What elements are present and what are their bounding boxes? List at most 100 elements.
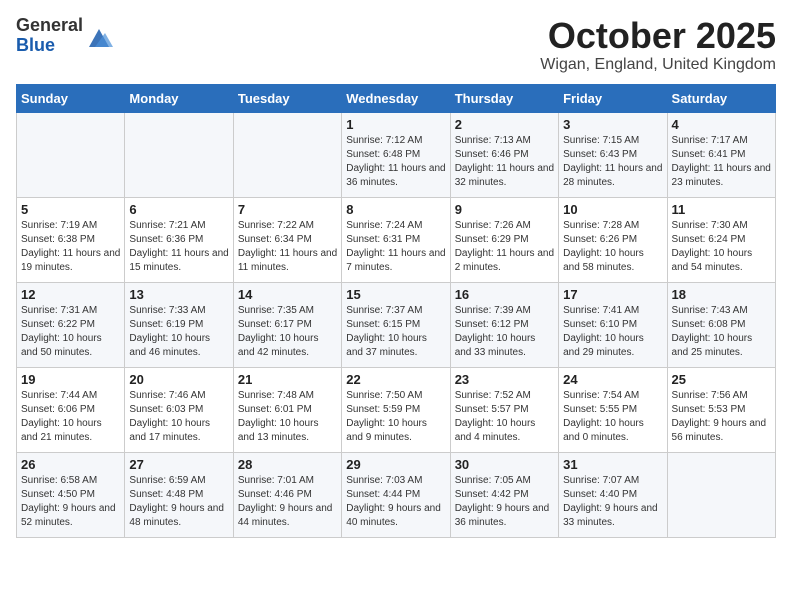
calendar-cell bbox=[125, 112, 233, 197]
calendar-cell bbox=[17, 112, 125, 197]
day-info: Sunrise: 7:56 AM Sunset: 5:53 PM Dayligh… bbox=[672, 389, 771, 445]
day-number: 13 bbox=[129, 287, 228, 302]
week-row: 5Sunrise: 7:19 AM Sunset: 6:38 PM Daylig… bbox=[17, 197, 776, 282]
day-number: 8 bbox=[346, 202, 445, 217]
calendar-cell: 16Sunrise: 7:39 AM Sunset: 6:12 PM Dayli… bbox=[450, 282, 558, 367]
day-info: Sunrise: 7:48 AM Sunset: 6:01 PM Dayligh… bbox=[238, 389, 337, 445]
day-info: Sunrise: 7:30 AM Sunset: 6:24 PM Dayligh… bbox=[672, 219, 771, 275]
day-number: 14 bbox=[238, 287, 337, 302]
day-number: 4 bbox=[672, 117, 771, 132]
day-number: 30 bbox=[455, 457, 554, 472]
calendar-cell: 30 Sunrise: 7:05 AM Sunset: 4:42 PM Dayli… bbox=[450, 452, 558, 537]
calendar-cell: 8 Sunrise: 7:24 AM Sunset: 6:31 PM Daylig… bbox=[342, 197, 450, 282]
calendar-header: SundayMondayTuesdayWednesdayThursdayFrid… bbox=[17, 84, 776, 112]
logo-icon bbox=[85, 23, 113, 51]
day-number: 31 bbox=[563, 457, 662, 472]
logo-text: General Blue bbox=[16, 16, 83, 56]
header-day-sunday: Sunday bbox=[17, 84, 125, 112]
page-header: General Blue October 2025 Wigan, England… bbox=[16, 16, 776, 74]
day-info: Sunrise: 7:03 AM Sunset: 4:44 PM Dayligh… bbox=[346, 474, 445, 530]
day-info: Sunrise: 6:59 AM Sunset: 4:48 PM Dayligh… bbox=[129, 474, 228, 530]
header-day-wednesday: Wednesday bbox=[342, 84, 450, 112]
calendar-cell: 22 Sunrise: 7:50 AM Sunset: 5:59 PM Dayli… bbox=[342, 367, 450, 452]
day-number: 9 bbox=[455, 202, 554, 217]
week-row: 26 Sunrise: 6:58 AM Sunset: 4:50 PM Dayli… bbox=[17, 452, 776, 537]
location: Wigan, England, United Kingdom bbox=[540, 56, 776, 74]
calendar-cell: 31Sunrise: 7:07 AM Sunset: 4:40 PM Dayli… bbox=[559, 452, 667, 537]
calendar-cell bbox=[233, 112, 341, 197]
calendar-cell: 21Sunrise: 7:48 AM Sunset: 6:01 PM Dayli… bbox=[233, 367, 341, 452]
calendar-table: SundayMondayTuesdayWednesdayThursdayFrid… bbox=[16, 84, 776, 538]
day-info: Sunrise: 6:58 AM Sunset: 4:50 PM Dayligh… bbox=[21, 474, 120, 530]
calendar-cell: 6 Sunrise: 7:21 AM Sunset: 6:36 PM Daylig… bbox=[125, 197, 233, 282]
calendar-cell: 23Sunrise: 7:52 AM Sunset: 5:57 PM Dayli… bbox=[450, 367, 558, 452]
header-row: SundayMondayTuesdayWednesdayThursdayFrid… bbox=[17, 84, 776, 112]
week-row: 1Sunrise: 7:12 AM Sunset: 6:48 PM Daylig… bbox=[17, 112, 776, 197]
day-number: 24 bbox=[563, 372, 662, 387]
day-info: Sunrise: 7:39 AM Sunset: 6:12 PM Dayligh… bbox=[455, 304, 554, 360]
week-row: 19 Sunrise: 7:44 AM Sunset: 6:06 PM Dayli… bbox=[17, 367, 776, 452]
day-number: 5 bbox=[21, 202, 120, 217]
header-day-monday: Monday bbox=[125, 84, 233, 112]
calendar-cell: 7Sunrise: 7:22 AM Sunset: 6:34 PM Daylig… bbox=[233, 197, 341, 282]
calendar-cell: 27 Sunrise: 6:59 AM Sunset: 4:48 PM Dayli… bbox=[125, 452, 233, 537]
day-number: 29 bbox=[346, 457, 445, 472]
calendar-cell: 1Sunrise: 7:12 AM Sunset: 6:48 PM Daylig… bbox=[342, 112, 450, 197]
day-info: Sunrise: 7:41 AM Sunset: 6:10 PM Dayligh… bbox=[563, 304, 662, 360]
day-number: 25 bbox=[672, 372, 771, 387]
calendar-cell: 3 Sunrise: 7:15 AM Sunset: 6:43 PM Daylig… bbox=[559, 112, 667, 197]
day-number: 28 bbox=[238, 457, 337, 472]
day-number: 17 bbox=[563, 287, 662, 302]
calendar-body: 1Sunrise: 7:12 AM Sunset: 6:48 PM Daylig… bbox=[17, 112, 776, 537]
day-number: 7 bbox=[238, 202, 337, 217]
day-info: Sunrise: 7:21 AM Sunset: 6:36 PM Dayligh… bbox=[129, 219, 228, 275]
title-section: October 2025 Wigan, England, United King… bbox=[540, 16, 776, 74]
day-info: Sunrise: 7:12 AM Sunset: 6:48 PM Dayligh… bbox=[346, 134, 445, 190]
day-info: Sunrise: 7:17 AM Sunset: 6:41 PM Dayligh… bbox=[672, 134, 771, 190]
day-info: Sunrise: 7:24 AM Sunset: 6:31 PM Dayligh… bbox=[346, 219, 445, 275]
day-info: Sunrise: 7:28 AM Sunset: 6:26 PM Dayligh… bbox=[563, 219, 662, 275]
day-info: Sunrise: 7:52 AM Sunset: 5:57 PM Dayligh… bbox=[455, 389, 554, 445]
day-number: 10 bbox=[563, 202, 662, 217]
day-number: 11 bbox=[672, 202, 771, 217]
day-info: Sunrise: 7:37 AM Sunset: 6:15 PM Dayligh… bbox=[346, 304, 445, 360]
day-number: 27 bbox=[129, 457, 228, 472]
calendar-cell: 4 Sunrise: 7:17 AM Sunset: 6:41 PM Daylig… bbox=[667, 112, 775, 197]
day-number: 18 bbox=[672, 287, 771, 302]
day-number: 2 bbox=[455, 117, 554, 132]
calendar-cell: 10 Sunrise: 7:28 AM Sunset: 6:26 PM Dayli… bbox=[559, 197, 667, 282]
calendar-cell: 13Sunrise: 7:33 AM Sunset: 6:19 PM Dayli… bbox=[125, 282, 233, 367]
calendar-cell: 11 Sunrise: 7:30 AM Sunset: 6:24 PM Dayli… bbox=[667, 197, 775, 282]
calendar-cell: 17 Sunrise: 7:41 AM Sunset: 6:10 PM Dayli… bbox=[559, 282, 667, 367]
calendar-cell: 20 Sunrise: 7:46 AM Sunset: 6:03 PM Dayli… bbox=[125, 367, 233, 452]
day-number: 3 bbox=[563, 117, 662, 132]
day-info: Sunrise: 7:13 AM Sunset: 6:46 PM Dayligh… bbox=[455, 134, 554, 190]
day-info: Sunrise: 7:31 AM Sunset: 6:22 PM Dayligh… bbox=[21, 304, 120, 360]
logo-blue: Blue bbox=[16, 36, 83, 56]
day-info: Sunrise: 7:26 AM Sunset: 6:29 PM Dayligh… bbox=[455, 219, 554, 275]
day-number: 19 bbox=[21, 372, 120, 387]
calendar-cell: 15 Sunrise: 7:37 AM Sunset: 6:15 PM Dayli… bbox=[342, 282, 450, 367]
calendar-cell: 28Sunrise: 7:01 AM Sunset: 4:46 PM Dayli… bbox=[233, 452, 341, 537]
day-info: Sunrise: 7:44 AM Sunset: 6:06 PM Dayligh… bbox=[21, 389, 120, 445]
day-info: Sunrise: 7:43 AM Sunset: 6:08 PM Dayligh… bbox=[672, 304, 771, 360]
header-day-thursday: Thursday bbox=[450, 84, 558, 112]
day-info: Sunrise: 7:50 AM Sunset: 5:59 PM Dayligh… bbox=[346, 389, 445, 445]
day-info: Sunrise: 7:46 AM Sunset: 6:03 PM Dayligh… bbox=[129, 389, 228, 445]
day-number: 22 bbox=[346, 372, 445, 387]
day-info: Sunrise: 7:35 AM Sunset: 6:17 PM Dayligh… bbox=[238, 304, 337, 360]
day-number: 6 bbox=[129, 202, 228, 217]
header-day-friday: Friday bbox=[559, 84, 667, 112]
calendar-cell: 25 Sunrise: 7:56 AM Sunset: 5:53 PM Dayli… bbox=[667, 367, 775, 452]
header-day-tuesday: Tuesday bbox=[233, 84, 341, 112]
day-number: 20 bbox=[129, 372, 228, 387]
calendar-cell bbox=[667, 452, 775, 537]
day-info: Sunrise: 7:05 AM Sunset: 4:42 PM Dayligh… bbox=[455, 474, 554, 530]
day-number: 15 bbox=[346, 287, 445, 302]
day-number: 12 bbox=[21, 287, 120, 302]
month-title: October 2025 bbox=[540, 16, 776, 56]
week-row: 12 Sunrise: 7:31 AM Sunset: 6:22 PM Dayli… bbox=[17, 282, 776, 367]
day-info: Sunrise: 7:54 AM Sunset: 5:55 PM Dayligh… bbox=[563, 389, 662, 445]
day-info: Sunrise: 7:15 AM Sunset: 6:43 PM Dayligh… bbox=[563, 134, 662, 190]
day-number: 26 bbox=[21, 457, 120, 472]
